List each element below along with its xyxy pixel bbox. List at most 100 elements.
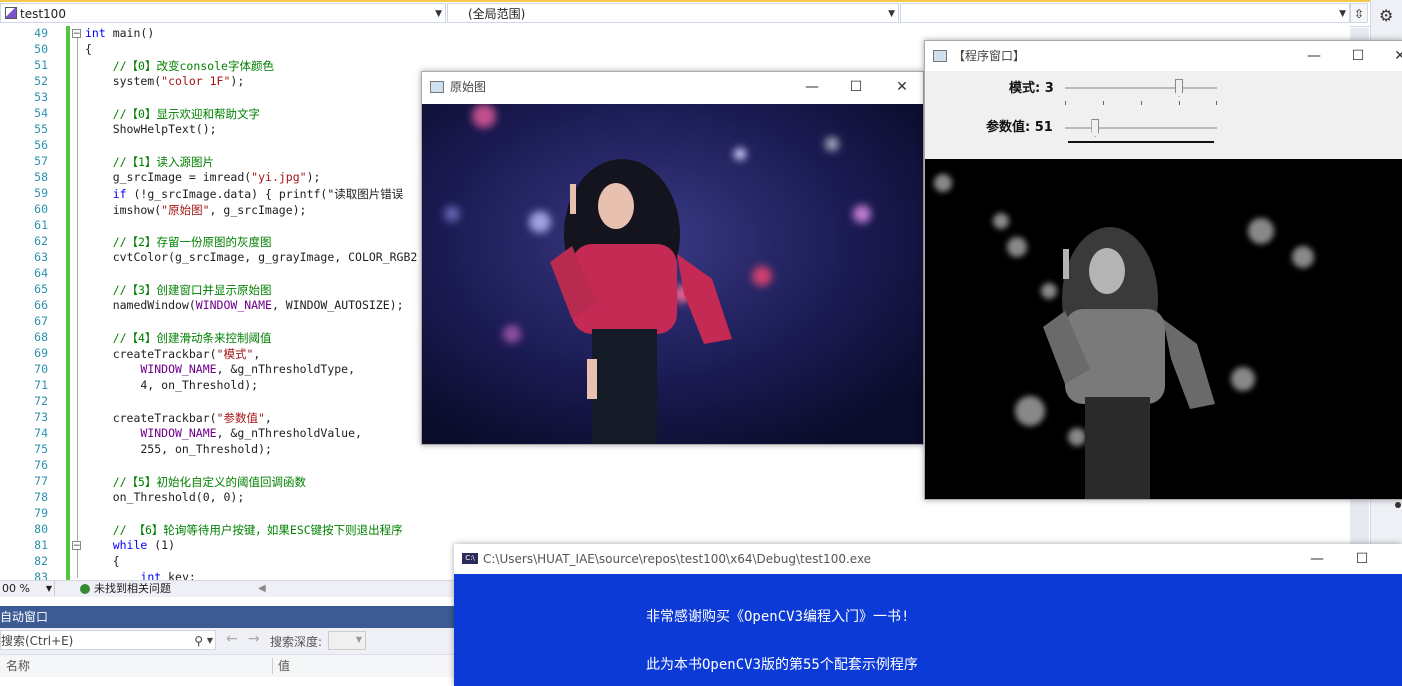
- code-line[interactable]: {: [85, 42, 92, 56]
- collapse-icon[interactable]: −: [72, 29, 81, 39]
- code-line[interactable]: //【5】初始化自定义的阈值回调函数: [85, 474, 306, 490]
- line-number: 73: [34, 410, 48, 424]
- code-line[interactable]: 4, on_Threshold);: [85, 378, 258, 392]
- issues-status[interactable]: 未找到相关问题: [94, 581, 171, 597]
- line-number: 77: [34, 474, 48, 488]
- trackbar-panel: 模式: 3 参数值: 51: [925, 71, 1402, 159]
- line-number: 56: [34, 138, 48, 152]
- change-tracking-bar: [66, 26, 70, 580]
- param-trackbar[interactable]: [1065, 127, 1217, 129]
- search-icon[interactable]: ⚲: [194, 631, 203, 651]
- original-image-window[interactable]: 原始图 — ☐ ✕: [421, 71, 924, 445]
- console-window[interactable]: C:\ C:\Users\HUAT_IAE\source\repos\test1…: [454, 544, 1402, 686]
- column-divider[interactable]: [272, 658, 273, 674]
- line-number: 81: [34, 538, 48, 552]
- search-input[interactable]: 搜索(Ctrl+E) ⚲ ▼: [0, 630, 216, 650]
- autos-window-title: 自动窗口: [0, 606, 455, 628]
- param-trackbar-label: 参数值: 51: [986, 120, 1053, 135]
- original-photo: [422, 104, 923, 444]
- close-icon[interactable]: ✕: [887, 72, 917, 102]
- line-number: 63: [34, 250, 48, 264]
- split-window-button[interactable]: ⇳: [1350, 3, 1368, 23]
- param-trackbar-thumb[interactable]: [1091, 119, 1100, 137]
- navigation-bar: test100 ▼ (全局范围) ▼ ▼: [0, 0, 1370, 27]
- code-line[interactable]: //【4】创建滑动条来控制阈值: [85, 330, 272, 346]
- scope-combo[interactable]: (全局范围) ▼: [447, 3, 899, 23]
- window-titlebar[interactable]: 原始图 — ☐ ✕: [422, 72, 923, 102]
- minimize-icon[interactable]: —: [1299, 41, 1329, 71]
- collapse-icon[interactable]: −: [72, 541, 81, 551]
- code-line[interactable]: 255, on_Threshold);: [85, 442, 272, 456]
- minimize-icon[interactable]: —: [797, 72, 827, 102]
- code-line[interactable]: //【0】显示欢迎和帮助文字: [85, 106, 260, 122]
- code-line[interactable]: createTrackbar("参数值",: [85, 410, 272, 426]
- code-line[interactable]: on_Threshold(0, 0);: [85, 490, 245, 504]
- code-line[interactable]: //【3】创建窗口并显示原始图: [85, 282, 272, 298]
- scroll-left-icon[interactable]: ◀: [258, 581, 266, 597]
- window-title: 【程序窗口】: [953, 49, 1026, 63]
- line-number: 59: [34, 186, 48, 200]
- code-line[interactable]: createTrackbar("模式",: [85, 346, 261, 362]
- code-line[interactable]: // 【6】轮询等待用户按键，如果ESC键按下则退出程序: [85, 522, 403, 538]
- line-number: 65: [34, 282, 48, 296]
- mode-trackbar-thumb[interactable]: [1175, 79, 1183, 97]
- close-icon[interactable]: ✕: [1385, 41, 1402, 71]
- code-line[interactable]: int key;: [85, 570, 195, 580]
- scope-combo-label: (全局范围): [468, 7, 526, 21]
- line-number: 76: [34, 458, 48, 472]
- code-line[interactable]: g_srcImage = imread("yi.jpg");: [85, 170, 321, 184]
- code-line[interactable]: while (1): [85, 538, 175, 552]
- code-line[interactable]: //【1】读入源图片: [85, 154, 214, 170]
- zoom-value: 00 %: [2, 582, 30, 595]
- code-line[interactable]: system("color 1F");: [85, 74, 245, 88]
- code-line[interactable]: //【0】改变console字体颜色: [85, 58, 274, 74]
- outline-guide: [77, 38, 78, 578]
- code-line[interactable]: {: [85, 554, 120, 568]
- back-arrow-icon[interactable]: ←: [226, 631, 238, 647]
- gear-icon[interactable]: ⚙: [1379, 6, 1393, 25]
- console-titlebar[interactable]: C:\ C:\Users\HUAT_IAE\source\repos\test1…: [454, 544, 1402, 574]
- autos-column-header: 名称 值: [0, 654, 455, 677]
- threshold-result-image: [925, 159, 1402, 499]
- code-line[interactable]: cvtColor(g_srcImage, g_grayImage, COLOR_…: [85, 250, 418, 264]
- chevron-down-icon[interactable]: ▼: [207, 631, 213, 651]
- maximize-icon[interactable]: ☐: [841, 72, 871, 102]
- column-name[interactable]: 名称: [6, 655, 30, 677]
- mode-trackbar[interactable]: [1065, 87, 1217, 89]
- maximize-icon[interactable]: ☐: [1343, 41, 1373, 71]
- window-titlebar[interactable]: 【程序窗口】 — ☐ ✕: [925, 41, 1402, 71]
- tick-mark: [1103, 101, 1104, 105]
- project-combo[interactable]: test100 ▼: [0, 3, 446, 23]
- minimize-icon[interactable]: —: [1302, 544, 1332, 574]
- console-output[interactable]: 非常感谢购买《OpenCV3编程入门》一书! 此为本书OpenCV3版的第55个…: [454, 574, 1402, 686]
- autos-toolbar: 搜索(Ctrl+E) ⚲ ▼ ← → 搜索深度: ▼: [0, 628, 455, 654]
- code-line[interactable]: int main(): [85, 26, 154, 40]
- code-line[interactable]: ShowHelpText();: [85, 122, 217, 136]
- column-value[interactable]: 值: [278, 655, 290, 677]
- code-line[interactable]: WINDOW_NAME, &g_nThresholdValue,: [85, 426, 362, 440]
- code-line[interactable]: if (!g_srcImage.data) { printf("读取图片错误: [85, 186, 404, 202]
- line-number: 66: [34, 298, 48, 312]
- split-icon: ⇳: [1353, 7, 1365, 21]
- chevron-down-icon: ▼: [355, 635, 362, 644]
- chevron-down-icon: ▼: [435, 9, 442, 19]
- code-line[interactable]: imshow("原始图", g_srcImage);: [85, 202, 307, 218]
- member-combo[interactable]: ▼: [900, 3, 1350, 23]
- code-line[interactable]: namedWindow(WINDOW_NAME, WINDOW_AUTOSIZE…: [85, 298, 404, 312]
- code-line[interactable]: //【2】存留一份原图的灰度图: [85, 234, 272, 250]
- forward-arrow-icon[interactable]: →: [248, 631, 260, 647]
- search-depth-select[interactable]: ▼: [328, 631, 366, 650]
- tick-mark: [1179, 101, 1180, 105]
- line-number: 52: [34, 74, 48, 88]
- line-number: 64: [34, 266, 48, 280]
- line-number: 75: [34, 442, 48, 456]
- line-number: 74: [34, 426, 48, 440]
- project-combo-label: test100: [20, 7, 66, 21]
- code-line[interactable]: WINDOW_NAME, &g_nThresholdType,: [85, 362, 355, 376]
- maximize-icon[interactable]: ☐: [1347, 544, 1377, 574]
- zoom-level[interactable]: 00 % ▼: [0, 581, 55, 596]
- program-window[interactable]: 【程序窗口】 — ☐ ✕ 模式: 3 参数值: 51: [924, 40, 1402, 500]
- chevron-down-icon: ▼: [45, 584, 52, 593]
- mode-trackbar-ticks: [1065, 101, 1217, 105]
- line-number: 58: [34, 170, 48, 184]
